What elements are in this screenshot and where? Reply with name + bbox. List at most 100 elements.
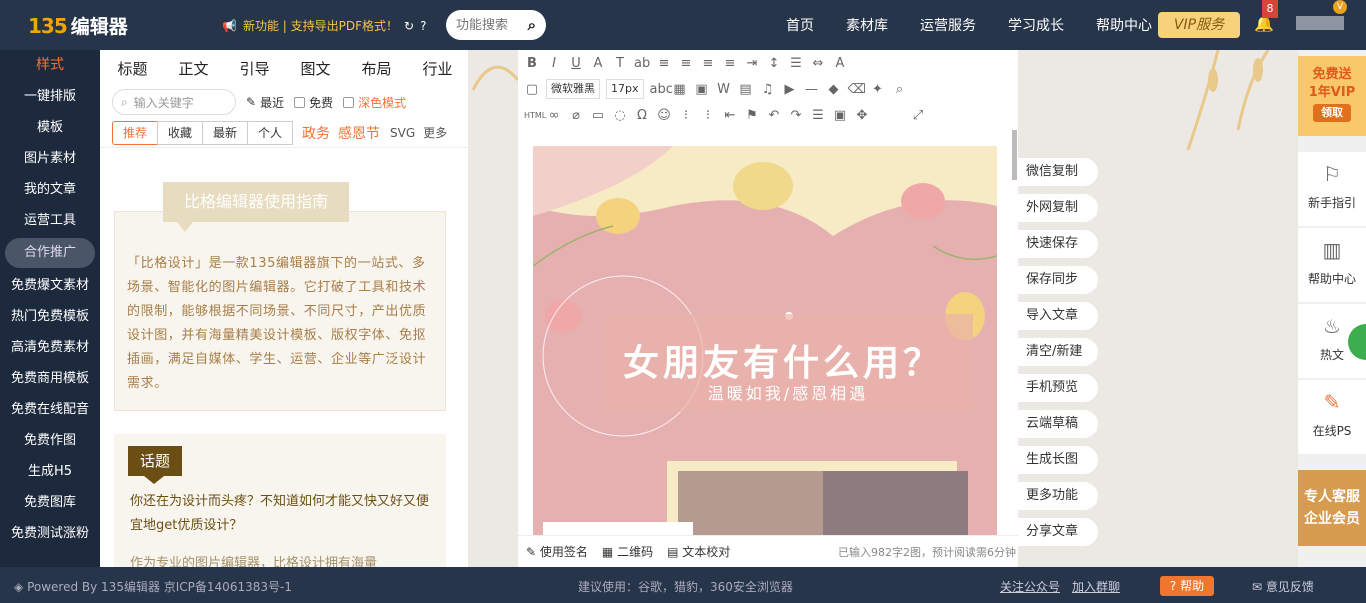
subtab-recommend[interactable]: 推荐 [112, 120, 158, 145]
tab-guide[interactable]: 引导 [224, 58, 285, 79]
emoji-icon[interactable]: ☺ [656, 108, 672, 123]
qrcode-button[interactable]: ▦ 二维码 [602, 543, 653, 560]
sidebar-item-commercial-templates[interactable]: 免费商用模板 [0, 363, 100, 394]
ordered-list-icon[interactable]: ⁝ [678, 108, 694, 123]
nav-operations[interactable]: 运营服务 [904, 15, 992, 35]
align-justify-icon[interactable]: ≡ [722, 56, 738, 71]
template-card-guide[interactable]: 比格编辑器使用指南 「比格设计」是一款135编辑器旗下的一站式、多场景、智能化的… [114, 182, 446, 411]
sidebar-item-h5[interactable]: 生成H5 [0, 456, 100, 487]
sidebar-item-free-materials[interactable]: 免费爆文素材 [0, 270, 100, 301]
sidebar-item-templates[interactable]: 模板 [0, 112, 100, 143]
function-search[interactable]: ⌕ [446, 10, 546, 40]
indent-icon[interactable]: ⇥ [744, 56, 760, 71]
letter-spacing-icon[interactable]: ⇔ [810, 56, 826, 71]
sidebar-item-images[interactable]: 图片素材 [0, 143, 100, 174]
guide-button[interactable]: ⚐ 新手指引 [1298, 152, 1366, 226]
background-color-icon[interactable]: ab [634, 56, 650, 71]
sidebar-item-hd-materials[interactable]: 高清免费素材 [0, 332, 100, 363]
eraser-icon[interactable]: ⌫ [848, 82, 866, 97]
follow-account-link[interactable]: 关注公众号 [1000, 578, 1060, 595]
sidebar-item-dubbing[interactable]: 免费在线配音 [0, 394, 100, 425]
preview-icon[interactable]: ▣ [832, 108, 848, 123]
sidebar-item-tools[interactable]: 运营工具 [0, 205, 100, 236]
unlink-icon[interactable]: ⌀ [568, 108, 584, 123]
cloud-draft-button[interactable]: 云端草稿 [1018, 410, 1098, 438]
sidebar-item-styles[interactable]: 样式 [0, 50, 100, 81]
external-copy-button[interactable]: 外网复制 [1018, 194, 1098, 222]
avatar[interactable] [1296, 16, 1344, 30]
tab-layout[interactable]: 布局 [346, 58, 407, 79]
vip-button[interactable]: VIP服务 [1158, 12, 1240, 38]
promo-claim-button[interactable]: 领取 [1313, 104, 1351, 122]
tab-image-text[interactable]: 图文 [285, 58, 346, 79]
free-checkbox[interactable]: 免费 [294, 94, 333, 111]
nav-help[interactable]: 帮助中心 [1080, 15, 1168, 35]
feedback-button[interactable]: ✉ 意见反馈 [1252, 578, 1314, 595]
omega-icon[interactable]: Ω [634, 108, 650, 123]
italic-icon[interactable]: I [546, 56, 562, 71]
word-icon[interactable]: W [716, 82, 732, 97]
subtab-government[interactable]: 政务 [302, 123, 330, 143]
align-center-icon[interactable]: ≡ [678, 56, 694, 71]
sidebar-item-hot-templates[interactable]: 热门免费模板 [0, 301, 100, 332]
sidebar-item-partner[interactable]: 合作推广 [5, 238, 95, 268]
nav-materials[interactable]: 素材库 [830, 15, 904, 35]
undo-icon[interactable]: ↶ [766, 108, 782, 123]
checkbox-icon[interactable] [294, 96, 306, 108]
picture-icon[interactable]: ▤ [738, 82, 754, 97]
help-center-button[interactable]: ▥ 帮助中心 [1298, 228, 1366, 302]
redo-icon[interactable]: ↷ [788, 108, 804, 123]
proofread-button[interactable]: ▤ 文本校对 [667, 543, 730, 560]
long-image-button[interactable]: 生成长图 [1018, 446, 1098, 474]
nav-learning[interactable]: 学习成长 [992, 15, 1080, 35]
free-vip-promo[interactable]: 免费送 1年VIP 领取 [1298, 56, 1366, 136]
paragraph-spacing-icon[interactable]: ☰ [788, 56, 804, 71]
search-icon[interactable]: ⌕ [528, 16, 536, 34]
font-color-icon[interactable]: A [590, 56, 606, 71]
sidebar-item-drawing[interactable]: 免费作图 [0, 425, 100, 456]
select-all-icon[interactable]: ☰ [810, 108, 826, 123]
underline-icon[interactable]: U [568, 56, 584, 71]
zoom-icon[interactable]: ⌕ [892, 82, 908, 97]
dark-mode-checkbox[interactable]: 深色模式 [343, 94, 406, 111]
mobile-preview-button[interactable]: 手机预览 [1018, 374, 1098, 402]
sidebar-item-followers[interactable]: 免费测试涨粉 [0, 518, 100, 549]
video-icon[interactable]: ▶ [782, 82, 798, 97]
subtab-latest[interactable]: 最新 [202, 120, 248, 145]
align-right-icon[interactable]: ≡ [700, 56, 716, 71]
logo[interactable]: 135 编辑器 [28, 12, 128, 39]
subtab-thanksgiving[interactable]: 感恩节 [338, 123, 380, 143]
document-icon[interactable]: ▢ [524, 82, 540, 97]
save-sync-button[interactable]: 保存同步 [1018, 266, 1098, 294]
flag-icon[interactable]: ⚑ [744, 108, 760, 123]
table-icon[interactable]: ▦ [672, 82, 688, 97]
recent-filter[interactable]: ✎ 最近 [246, 94, 284, 111]
subtab-personal[interactable]: 个人 [247, 120, 293, 145]
font-family-select[interactable]: 微软雅黑 [546, 79, 600, 99]
news-banner[interactable]: 📢 新功能 | 支持导出PDF格式！ ↻ ? [222, 17, 426, 34]
sidebar-item-auto-layout[interactable]: 一键排版 [0, 81, 100, 112]
function-search-input[interactable] [456, 17, 520, 33]
editor-canvas[interactable]: 女朋友有什么用？ 温暖如我/感恩相遇 [533, 146, 997, 536]
unordered-list-icon[interactable]: ⁝ [700, 108, 716, 123]
tab-title[interactable]: 标题 [102, 58, 163, 79]
signature-button[interactable]: ✎ 使用签名 [526, 543, 588, 560]
link-icon[interactable]: ∞ [546, 108, 562, 123]
image-icon[interactable]: ▣ [694, 82, 710, 97]
sidebar-item-my-articles[interactable]: 我的文章 [0, 174, 100, 205]
move-icon[interactable]: ✥ [854, 108, 870, 123]
keyword-search[interactable]: ⌕ 输入关键字 [112, 89, 236, 115]
align-left-icon[interactable]: ≡ [656, 56, 672, 71]
fill-icon[interactable]: ◆ [826, 82, 842, 97]
sidebar-item-gallery[interactable]: 免费图库 [0, 487, 100, 518]
bold-icon[interactable]: B [524, 56, 540, 71]
clear-format-icon[interactable]: A [832, 56, 848, 71]
help-button[interactable]: ? 帮助 [1160, 576, 1214, 596]
tab-industry[interactable]: 行业 [407, 58, 468, 79]
enterprise-member-promo[interactable]: 专人客服 企业会员 [1298, 470, 1366, 546]
template-icon[interactable]: ▭ [590, 108, 606, 123]
subtab-favorites[interactable]: 收藏 [157, 120, 203, 145]
magic-icon[interactable]: ✦ [870, 82, 886, 97]
font-size-select[interactable]: 17px [606, 79, 644, 99]
join-group-link[interactable]: 加入群聊 [1072, 578, 1120, 595]
